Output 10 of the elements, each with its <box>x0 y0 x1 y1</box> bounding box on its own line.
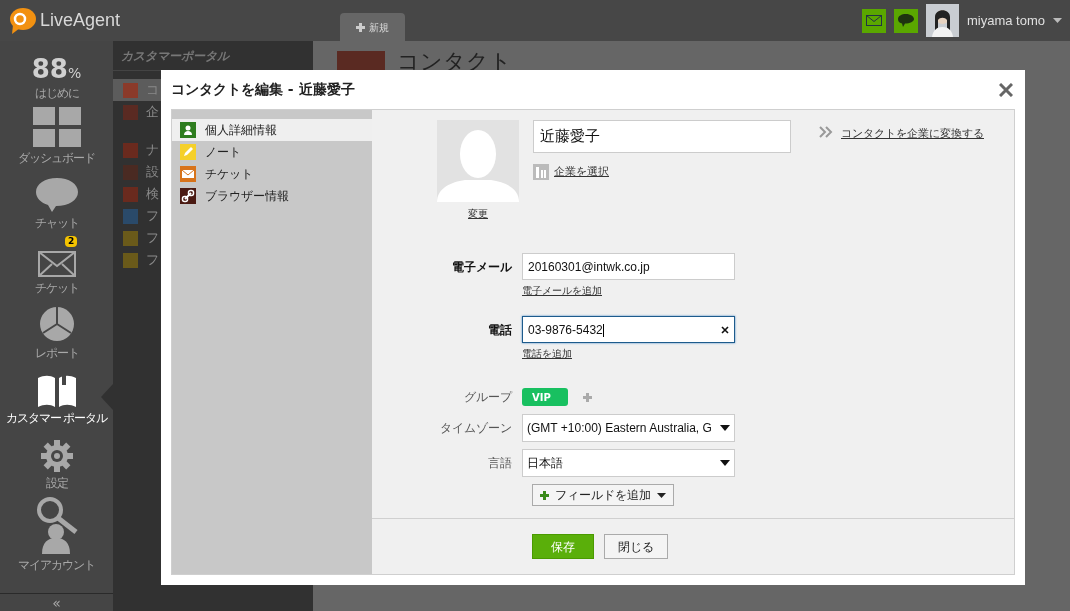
panel-title: カスタマーポータル <box>121 47 229 65</box>
app-logo: LiveAgent <box>40 9 121 32</box>
dialog-title: コンタクトを編集 - 近藤愛子 <box>171 80 355 99</box>
score-value: 88% <box>31 56 82 82</box>
field-label: 言語 <box>487 455 513 472</box>
field-label: グループ <box>463 389 514 406</box>
field-label: 電子メール <box>451 258 513 276</box>
field-label: 電話 <box>487 321 513 339</box>
count-badge: 2 <box>65 236 78 247</box>
field-label: タイムゾーン <box>439 420 513 437</box>
